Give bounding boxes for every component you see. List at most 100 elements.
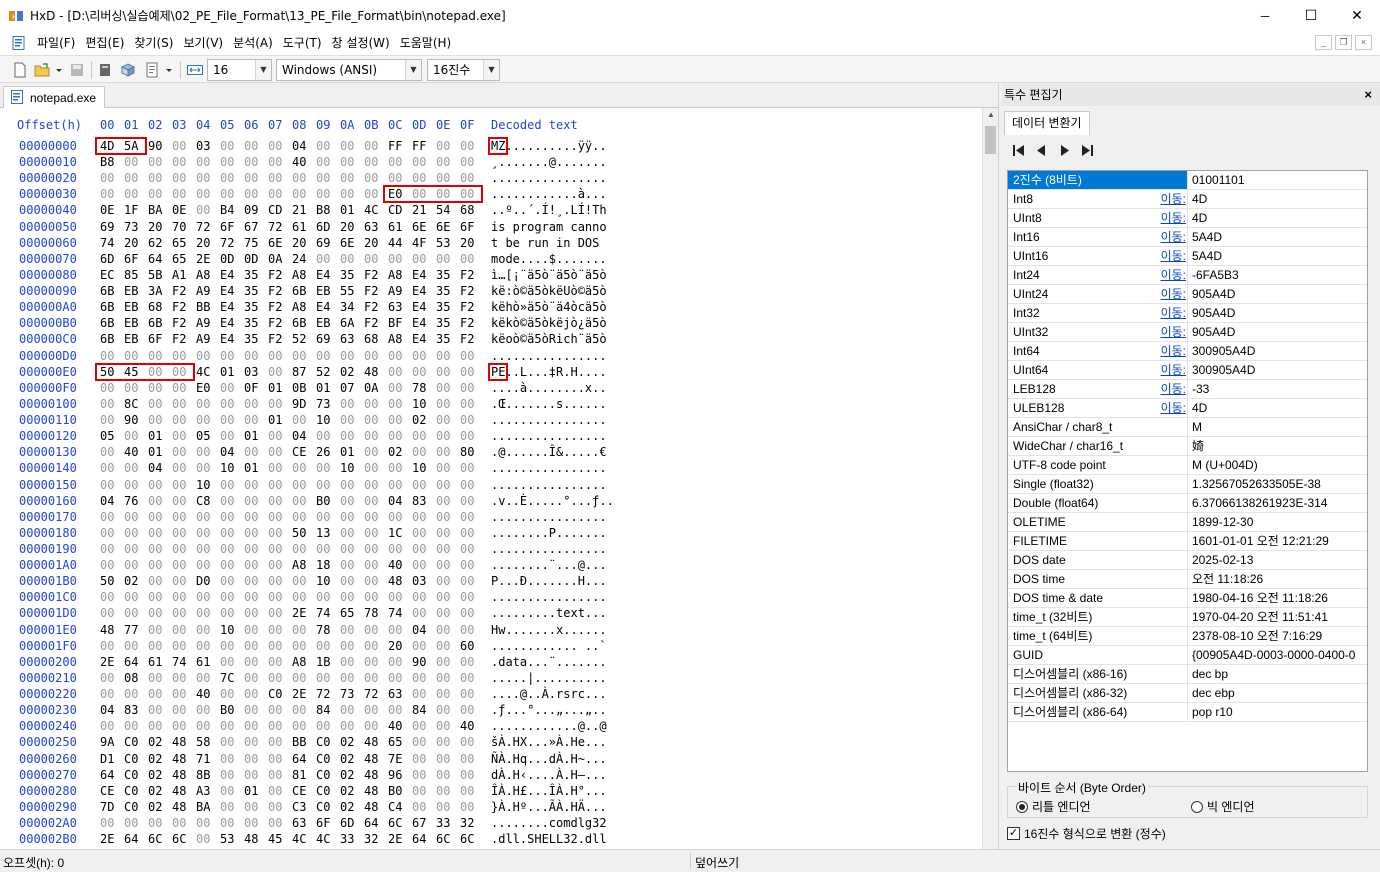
hex-byte[interactable]: 00: [460, 606, 480, 620]
hex-byte[interactable]: 00: [244, 413, 264, 427]
hex-byte[interactable]: 01: [148, 429, 168, 443]
hex-byte[interactable]: 00: [292, 574, 312, 588]
print-icon[interactable]: [144, 62, 160, 78]
hex-byte[interactable]: 70: [172, 220, 192, 234]
hex-byte[interactable]: 00: [148, 816, 168, 830]
hex-byte[interactable]: 10: [316, 413, 336, 427]
hex-byte[interactable]: A3: [196, 784, 216, 798]
hex-byte[interactable]: F2: [460, 284, 480, 298]
converter-value[interactable]: 905A4D: [1189, 304, 1367, 322]
hex-byte[interactable]: 35: [244, 268, 264, 282]
hex-byte[interactable]: 00: [220, 542, 240, 556]
hex-byte[interactable]: 00: [244, 639, 264, 653]
hex-byte[interactable]: 00: [268, 139, 288, 153]
hex-byte[interactable]: 00: [172, 542, 192, 556]
hex-byte[interactable]: 02: [340, 752, 360, 766]
hex-byte[interactable]: 00: [364, 574, 384, 588]
hex-byte[interactable]: 00: [124, 349, 144, 363]
hex-byte[interactable]: E4: [412, 300, 432, 314]
hex-byte[interactable]: 68: [364, 332, 384, 346]
hex-byte[interactable]: 0B: [292, 381, 312, 395]
hex-byte[interactable]: 00: [316, 429, 336, 443]
converter-value[interactable]: 905A4D: [1189, 285, 1367, 303]
hex-byte[interactable]: 00: [388, 655, 408, 669]
hex-byte[interactable]: 00: [172, 461, 192, 475]
hex-byte[interactable]: BF: [388, 316, 408, 330]
hex-byte[interactable]: 2E: [100, 832, 120, 846]
hex-row[interactable]: 00000240 00 00 00 00 00 00 00 00 00 00 00 00 40 00 00 40…: [0, 719, 980, 735]
hex-byte[interactable]: 00: [268, 510, 288, 524]
row-decoded-text[interactable]: ................: [491, 349, 607, 363]
converter-value[interactable]: dec bp: [1189, 665, 1367, 683]
hex-byte[interactable]: 00: [340, 494, 360, 508]
hex-byte[interactable]: 00: [268, 478, 288, 492]
hex-byte[interactable]: 00: [436, 526, 456, 540]
row-decoded-text[interactable]: ................: [491, 171, 607, 185]
hex-byte[interactable]: 76: [124, 494, 144, 508]
hex-byte[interactable]: 00: [436, 639, 456, 653]
hex-byte[interactable]: 00: [412, 719, 432, 733]
hex-row[interactable]: 000001C0 00 00 00 00 00 00 00 00 00 00 00 00 00 00 00 00…: [0, 590, 980, 606]
hex-byte[interactable]: 00: [100, 445, 120, 459]
hex-byte[interactable]: E4: [220, 316, 240, 330]
hex-byte[interactable]: 00: [196, 349, 216, 363]
hex-byte[interactable]: 35: [436, 300, 456, 314]
hex-byte[interactable]: 13: [316, 526, 336, 540]
hex-byte[interactable]: 00: [268, 816, 288, 830]
hex-byte[interactable]: 5B: [148, 268, 168, 282]
hex-byte[interactable]: 50: [100, 574, 120, 588]
hex-byte[interactable]: C0: [316, 752, 336, 766]
hex-byte[interactable]: 00: [412, 687, 432, 701]
hex-byte[interactable]: 00: [124, 171, 144, 185]
hex-byte[interactable]: 34: [340, 300, 360, 314]
hex-byte[interactable]: 48: [100, 623, 120, 637]
hex-byte[interactable]: 85: [124, 268, 144, 282]
hex-format-checkbox[interactable]: ✓ 16진수 형식으로 변환 (정수): [1007, 825, 1166, 842]
hex-byte[interactable]: 00: [460, 349, 480, 363]
hex-byte[interactable]: 00: [340, 187, 360, 201]
hex-byte[interactable]: 21: [412, 203, 432, 217]
row-decoded-text[interactable]: .@......Î&.....€: [491, 445, 607, 459]
hex-row[interactable]: 00000220 00 00 00 00 40 00 00 C0 2E 72 73 72 63 00 00 00…: [0, 687, 980, 703]
hex-byte[interactable]: 00: [244, 703, 264, 717]
converter-row[interactable]: time_t (64비트) 2378-08-10 오전 7:16:29: [1008, 627, 1367, 646]
hex-byte[interactable]: A8: [388, 332, 408, 346]
hex-byte[interactable]: 00: [388, 478, 408, 492]
hex-byte[interactable]: 00: [316, 139, 336, 153]
hex-byte[interactable]: 03: [244, 365, 264, 379]
hex-byte[interactable]: 00: [412, 590, 432, 604]
export-icon[interactable]: [120, 62, 136, 78]
hex-byte[interactable]: 84: [412, 703, 432, 717]
hex-byte[interactable]: B4: [220, 203, 240, 217]
menu-tools[interactable]: 도구(T): [278, 31, 327, 55]
row-decoded-text[interactable]: ÑÀ.Hq...dÀ.H~...: [491, 752, 607, 766]
hex-byte[interactable]: 90: [124, 413, 144, 427]
hex-byte[interactable]: C0: [316, 784, 336, 798]
converter-value[interactable]: M (U+004D): [1189, 456, 1367, 474]
converter-value[interactable]: 1970-04-20 오전 11:51:41: [1189, 608, 1367, 626]
hex-byte[interactable]: 00: [364, 349, 384, 363]
hex-byte[interactable]: 35: [244, 332, 264, 346]
hex-byte[interactable]: 00: [460, 139, 480, 153]
hex-byte[interactable]: C0: [124, 752, 144, 766]
hex-byte[interactable]: C0: [316, 735, 336, 749]
hex-row[interactable]: 00000070 6D 6F 64 65 2E 0D 0D 0A 24 00 00 00 00 00 00 00…: [0, 252, 980, 268]
hex-byte[interactable]: 00: [412, 735, 432, 749]
hex-byte[interactable]: A8: [292, 558, 312, 572]
converter-row[interactable]: 디스어셈블리 (x86-64) pop r10: [1008, 703, 1367, 722]
hex-byte[interactable]: 00: [196, 832, 216, 846]
hex-byte[interactable]: 00: [292, 510, 312, 524]
hex-byte[interactable]: 40: [460, 719, 480, 733]
hex-byte[interactable]: 00: [100, 639, 120, 653]
offset-base-select[interactable]: 16진수 ▼: [427, 59, 500, 81]
row-decoded-text[interactable]: }À.Hº...ÃÀ.HÄ...: [491, 800, 607, 814]
hex-byte[interactable]: 35: [436, 332, 456, 346]
hex-byte[interactable]: 00: [316, 671, 336, 685]
hex-byte[interactable]: 00: [220, 349, 240, 363]
hex-row[interactable]: 00000200 2E 64 61 74 61 00 00 00 A8 1B 00 00 00 90 00 00…: [0, 655, 980, 671]
hex-byte[interactable]: 40: [388, 558, 408, 572]
hex-byte[interactable]: 55: [340, 284, 360, 298]
new-file-icon[interactable]: [12, 62, 28, 78]
hex-byte[interactable]: 00: [436, 461, 456, 475]
hex-byte[interactable]: 35: [436, 268, 456, 282]
